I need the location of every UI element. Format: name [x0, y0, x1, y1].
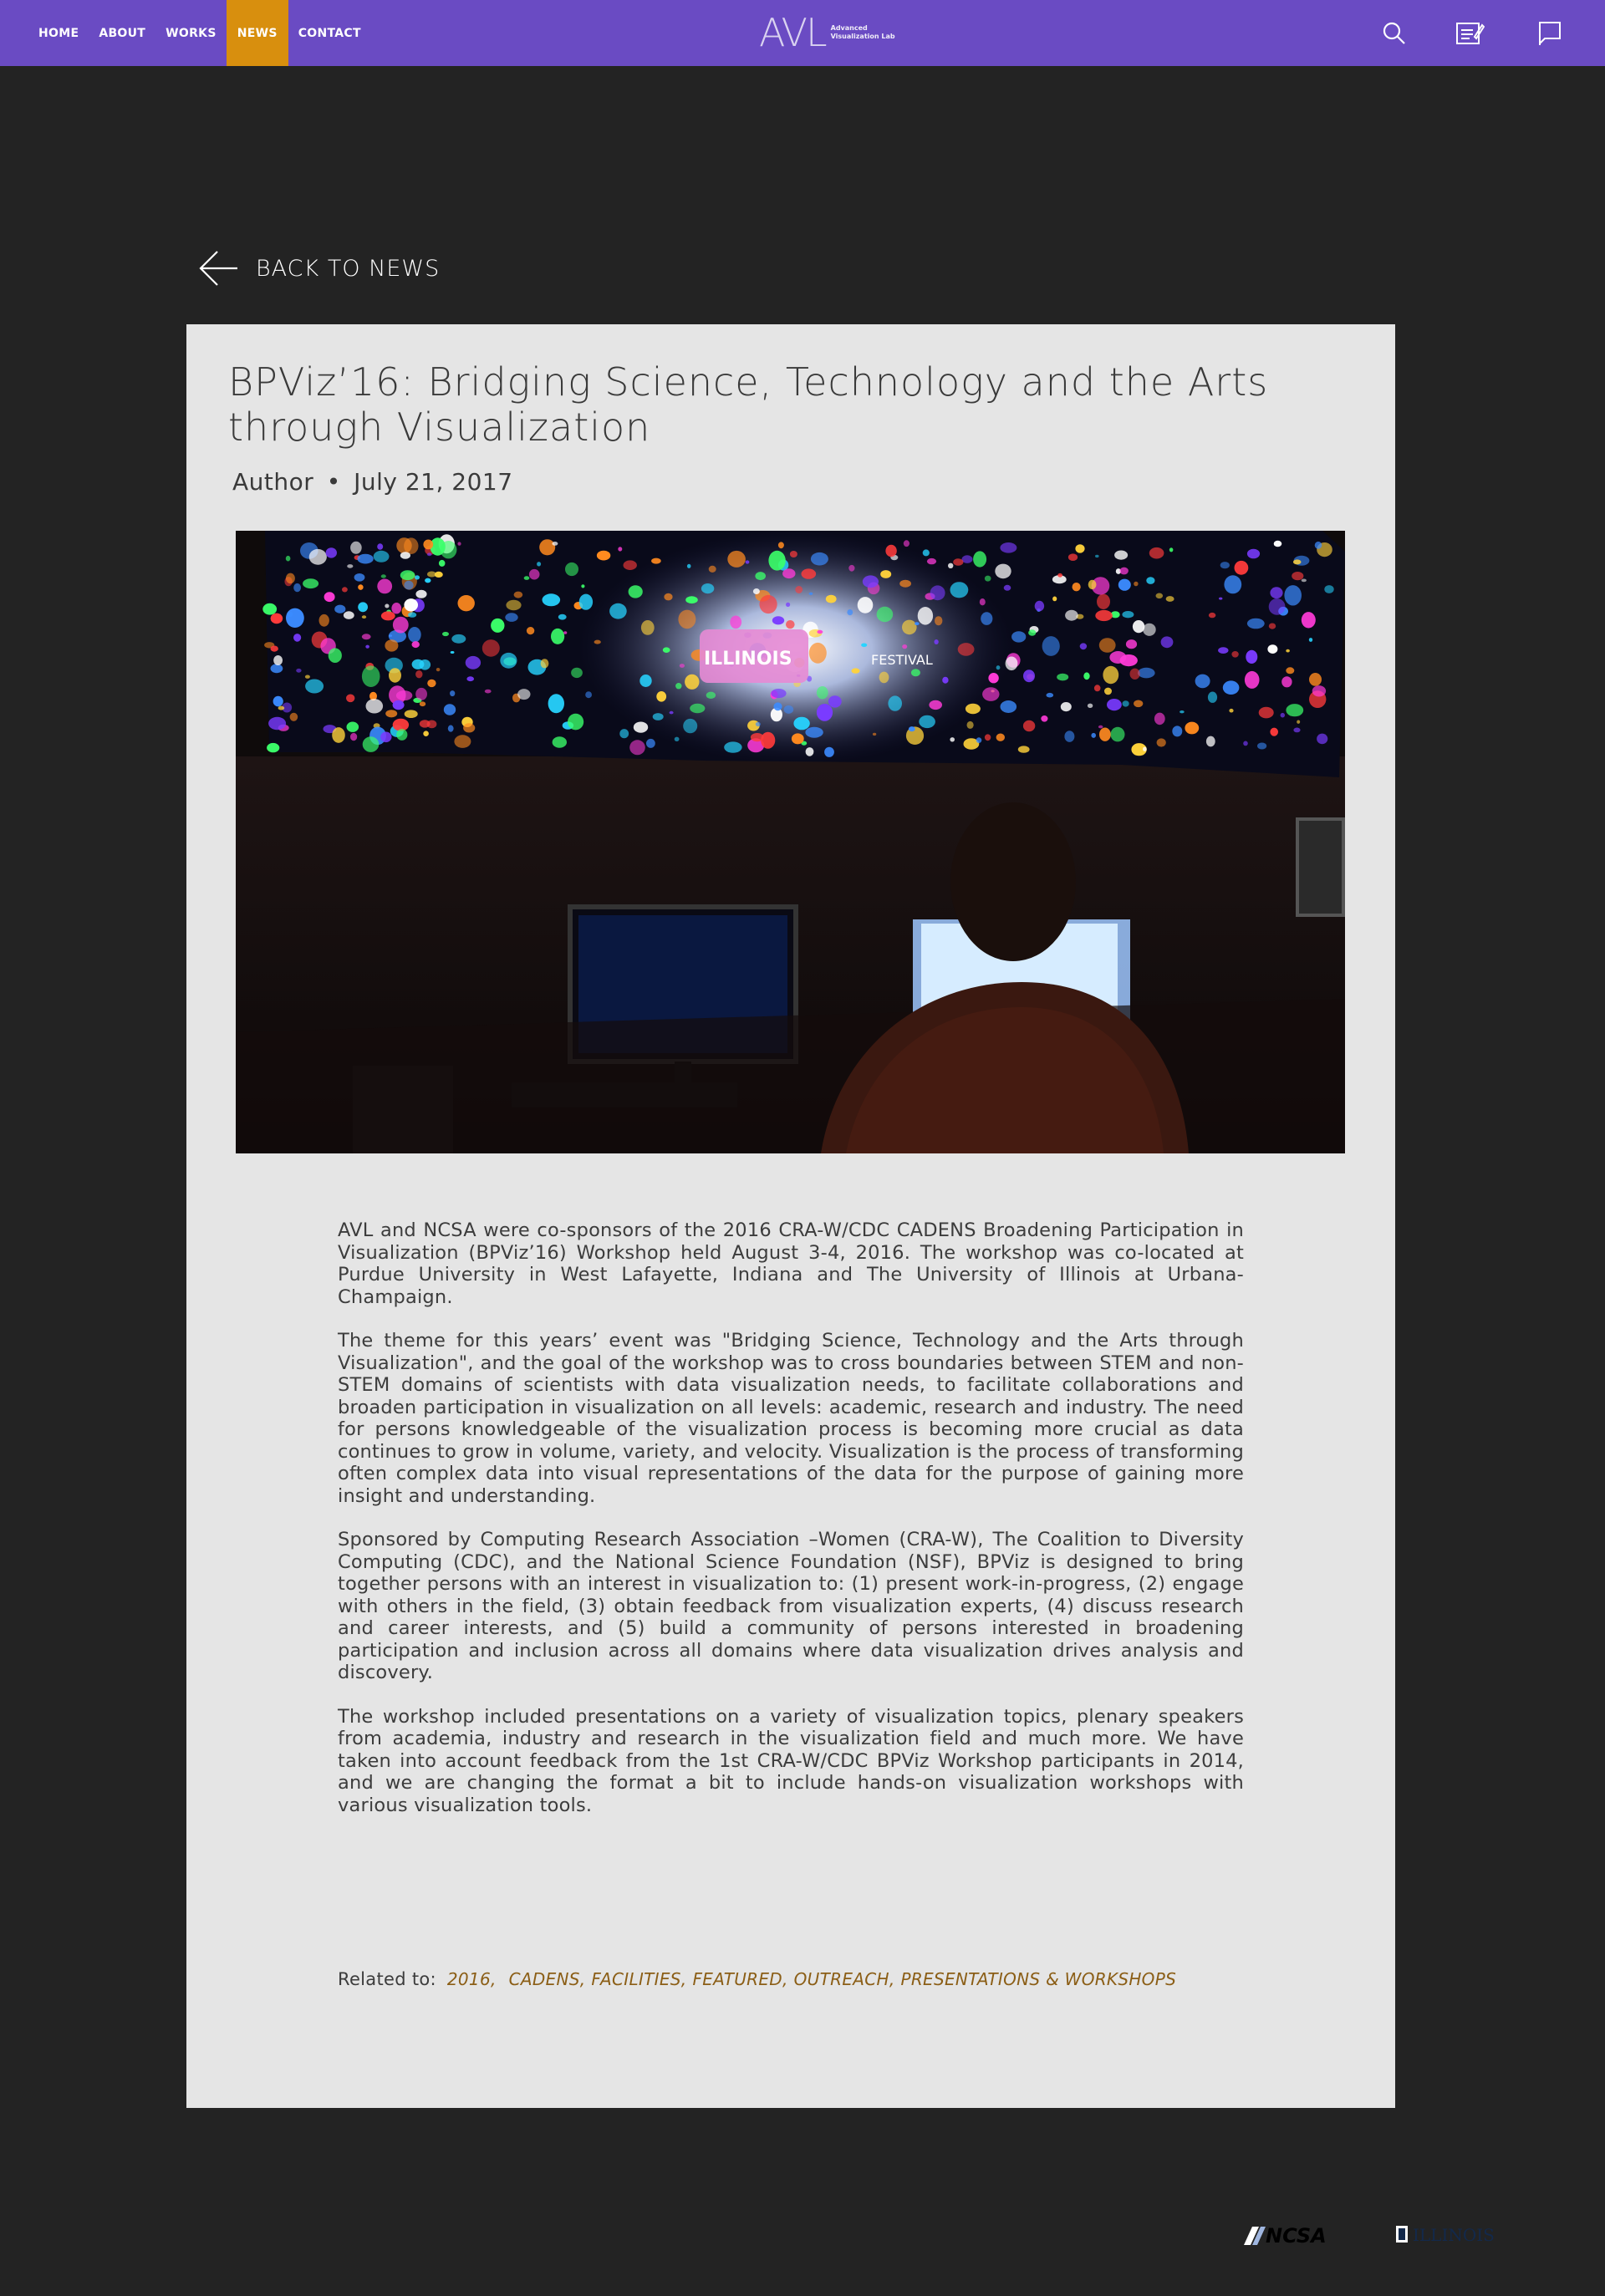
tag-outreach[interactable]: OUTREACH, — [794, 1969, 895, 1989]
top-nav-bar: HOME ABOUT WORKS NEWS CONTACT AVL Advanc… — [0, 0, 1605, 66]
logo-mark: AVL — [759, 10, 828, 55]
search-icon[interactable] — [1379, 18, 1409, 48]
nav-about[interactable]: ABOUT — [89, 0, 155, 66]
nav-links: HOME ABOUT WORKS NEWS CONTACT — [28, 0, 371, 66]
article-byline: Author • July 21, 2017 — [232, 468, 513, 496]
tag-presentations-workshops[interactable]: PRESENTATIONS & WORKSHOPS — [901, 1969, 1177, 1989]
paragraph-4: The workshop included presentations on a… — [338, 1705, 1244, 1816]
avl-logo[interactable]: AVL Advanced Visualization Lab — [759, 11, 895, 54]
flag-icon[interactable] — [1535, 18, 1565, 48]
nav-news[interactable]: NEWS — [226, 0, 288, 66]
back-to-news-link[interactable]: BACK TO NEWS — [197, 249, 440, 288]
nav-contact[interactable]: CONTACT — [288, 0, 371, 66]
article-title: BPViz’16: Bridging Science, Technology a… — [228, 359, 1269, 450]
logo-subtitle: Advanced Visualization Lab — [831, 24, 895, 41]
hero-photo: ILLINOIS FESTIVAL — [236, 531, 1345, 1153]
notepad-icon[interactable] — [1455, 18, 1485, 48]
tag-featured[interactable]: FEATURED, — [692, 1969, 787, 1989]
article-date: July 21, 2017 — [354, 468, 513, 496]
hero-banner-text-2: FESTIVAL — [871, 652, 933, 668]
paragraph-3: Sponsored by Computing Research Associat… — [338, 1529, 1244, 1683]
article-card: BPViz’16: Bridging Science, Technology a… — [186, 324, 1395, 2108]
arrow-left-icon — [199, 251, 237, 286]
nav-works[interactable]: WORKS — [155, 0, 227, 66]
back-label: BACK TO NEWS — [256, 255, 441, 282]
ncsa-logo[interactable]: NCSA — [1244, 2223, 1353, 2248]
tag-2016[interactable]: 2016, — [447, 1969, 497, 1989]
hero-banner-text: ILLINOIS — [704, 649, 792, 669]
logo-line-1: Advanced — [830, 24, 868, 32]
paragraph-2: The theme for this years’ event was "Bri… — [338, 1330, 1244, 1507]
hero-image: ILLINOIS FESTIVAL — [236, 531, 1345, 1153]
ncsa-logo-text: NCSA — [1266, 2224, 1327, 2247]
illinois-logo[interactable]: ILLINOIS — [1394, 2222, 1511, 2247]
related-label: Related to: — [338, 1969, 436, 1989]
nav-home[interactable]: HOME — [28, 0, 89, 66]
illinois-logo-text: ILLINOIS — [1413, 2225, 1495, 2245]
article-body: AVL and NCSA were co-sponsors of the 201… — [338, 1219, 1244, 1838]
logo-line-2: Visualization Lab — [830, 33, 895, 40]
tag-facilities[interactable]: FACILITIES, — [591, 1969, 686, 1989]
related-tags: Related to: 2016, CADENS, FACILITIES, FE… — [338, 1969, 1176, 1989]
author-name: Author — [232, 468, 314, 496]
byline-separator: • — [326, 468, 341, 496]
paragraph-1: AVL and NCSA were co-sponsors of the 201… — [338, 1219, 1244, 1308]
tag-cadens[interactable]: CADENS, — [509, 1969, 586, 1989]
